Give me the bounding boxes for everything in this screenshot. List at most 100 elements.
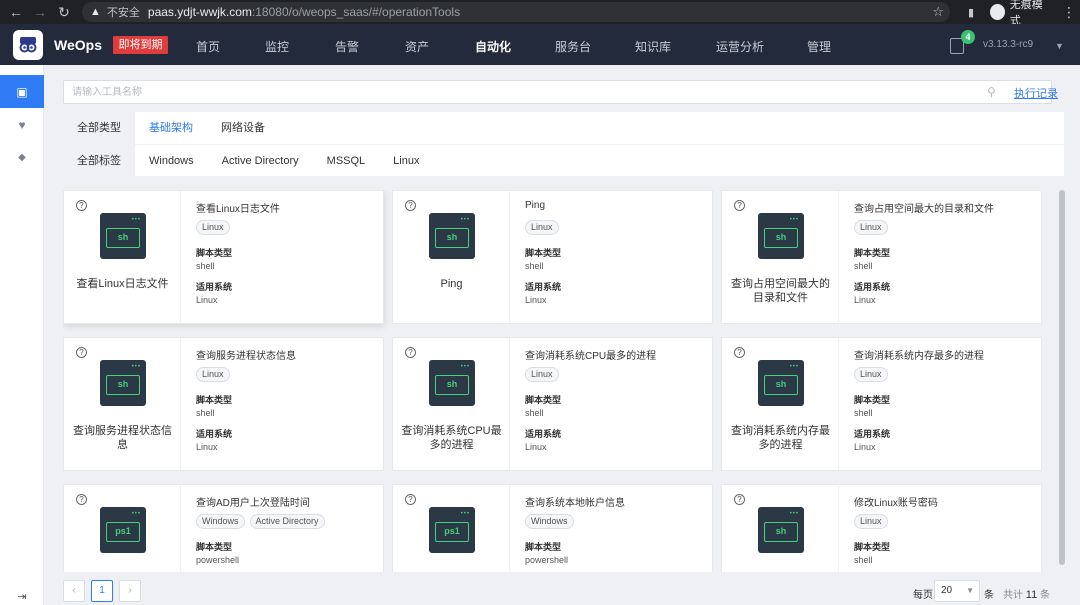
expire-badge[interactable]: 即将到期 bbox=[113, 36, 168, 54]
help-icon[interactable]: ? bbox=[734, 347, 745, 358]
script-type-value: powershell bbox=[525, 555, 569, 565]
script-icon-label: ps1 bbox=[435, 522, 469, 542]
label-filter-active-directory[interactable]: Active Directory bbox=[208, 145, 313, 177]
chevron-down-icon: ▼ bbox=[966, 586, 974, 595]
script-type-label: 脚本类型 bbox=[196, 395, 233, 405]
nav-item-analytics[interactable]: 运营分析 bbox=[716, 38, 764, 55]
browser-right-controls: ▮ 无痕模式 ⋮ bbox=[960, 0, 1080, 27]
reload-icon[interactable]: ↻ bbox=[52, 0, 76, 24]
sidebar-item-health[interactable]: ♥ bbox=[0, 108, 44, 141]
os-label: 适用系统 bbox=[525, 429, 562, 439]
tool-caption: 查询占用空间最大的目录和文件 bbox=[731, 278, 830, 304]
os-value: Linux bbox=[854, 295, 876, 305]
tool-card[interactable]: ? ••• sh 查询占用空间最大的目录和文件 查询占用空间最大的目录和文件 Linux 脚… bbox=[721, 190, 1042, 324]
script-type-label: 脚本类型 bbox=[525, 542, 562, 552]
total-value: 11 bbox=[1025, 589, 1038, 601]
page-1-button[interactable]: 1 bbox=[91, 580, 113, 602]
os-value: Linux bbox=[525, 295, 547, 305]
nav-item-monitor[interactable]: 监控 bbox=[265, 38, 289, 55]
exec-record-link[interactable]: 执行记录 bbox=[1014, 85, 1058, 101]
tool-card[interactable]: ? ••• sh 查询服务进程状态信息 查询服务进程状态信息 Linux 脚本类型 shell… bbox=[63, 337, 384, 471]
tool-tags: Windows Active Directory bbox=[196, 514, 330, 529]
nav-item-home[interactable]: 首页 bbox=[196, 38, 220, 55]
tool-tag: Linux bbox=[196, 367, 230, 382]
type-filter-all[interactable]: 全部类型 bbox=[63, 112, 135, 144]
tool-card[interactable]: ? ••• sh 查询消耗系统内存最多的进程 查询消耗系统内存最多的进程 Linux 脚本类… bbox=[721, 337, 1042, 471]
collapse-sidebar-icon[interactable]: ⇥ bbox=[0, 587, 44, 605]
tool-title: Ping bbox=[525, 200, 546, 211]
tool-tag: Windows bbox=[525, 514, 574, 529]
label-filter-mssql[interactable]: MSSQL bbox=[313, 145, 380, 177]
script-type-value: shell bbox=[854, 555, 873, 565]
pagination: ‹ 1 › 每页 20 ▼ 条 共计 11 条 bbox=[63, 577, 1064, 605]
tool-card[interactable]: ? ••• sh 查询消耗系统CPU最多的进程 查询消耗系统CPU最多的进程 Linux 脚… bbox=[392, 337, 713, 471]
nav-item-admin[interactable]: 管理 bbox=[807, 38, 831, 55]
per-page-select[interactable]: 20 ▼ bbox=[934, 580, 980, 602]
menu-dots-icon[interactable]: ⋮ bbox=[1058, 0, 1080, 24]
tool-card[interactable]: ?•••ps1查询系统本地帐户信息Windows脚本类型powershell适用… bbox=[392, 484, 713, 572]
tool-card[interactable]: ?•••sh修改Linux账号密码Linux脚本类型shell适用系统 bbox=[721, 484, 1042, 572]
address-bar[interactable]: ▲ 不安全 paas.ydjt-wwjk.com :18080/o/weops_… bbox=[82, 2, 950, 22]
search-icon[interactable]: ⚲ bbox=[987, 85, 1001, 99]
script-type-label: 脚本类型 bbox=[196, 542, 233, 552]
help-icon[interactable]: ? bbox=[76, 347, 87, 358]
tool-card[interactable]: ? ••• sh 查看Linux日志文件 查看Linux日志文件 Linux 脚本类型 she… bbox=[63, 190, 384, 324]
script-icon-label: sh bbox=[106, 228, 140, 248]
script-type-value: powershell bbox=[196, 555, 240, 565]
terminal-dots-icon: ••• bbox=[460, 217, 470, 223]
tool-tags: Linux bbox=[854, 367, 893, 382]
label-filter-all[interactable]: 全部标签 bbox=[63, 144, 135, 177]
per-page-unit: 条 bbox=[984, 590, 994, 601]
os-label: 适用系统 bbox=[196, 429, 233, 439]
help-icon[interactable]: ? bbox=[76, 494, 87, 505]
nav-item-alert[interactable]: 告警 bbox=[335, 38, 359, 55]
terminal-dots-icon: ••• bbox=[460, 364, 470, 370]
nav-item-assets[interactable]: 资产 bbox=[405, 38, 429, 55]
tool-search-input[interactable] bbox=[63, 80, 1052, 104]
help-icon[interactable]: ? bbox=[734, 200, 745, 211]
tool-title: 查看Linux日志文件 bbox=[196, 204, 280, 215]
script-type-value: shell bbox=[525, 261, 544, 271]
label-filter-linux[interactable]: Linux bbox=[379, 145, 433, 177]
nav-item-service-desk[interactable]: 服务台 bbox=[555, 38, 591, 55]
heart-pulse-icon: ♥ bbox=[18, 117, 26, 132]
next-page-button[interactable]: › bbox=[119, 580, 141, 602]
scrollbar-thumb[interactable] bbox=[1059, 190, 1065, 565]
script-icon-label: ps1 bbox=[106, 522, 140, 542]
type-filter-infrastructure[interactable]: 基础架构 bbox=[135, 112, 207, 144]
logo[interactable] bbox=[13, 30, 43, 60]
forward-icon[interactable]: → bbox=[28, 0, 52, 24]
back-icon[interactable]: ← bbox=[4, 0, 28, 24]
nav-item-automation[interactable]: 自动化 bbox=[475, 38, 511, 55]
tool-title: 查询服务进程状态信息 bbox=[196, 351, 296, 362]
tool-tags: Linux bbox=[854, 514, 893, 529]
tool-card-icon-area: ? ••• sh bbox=[722, 485, 839, 572]
os-value: Linux bbox=[196, 442, 218, 452]
help-icon[interactable]: ? bbox=[405, 347, 416, 358]
scrollbar[interactable] bbox=[1059, 190, 1065, 572]
caret-down-icon[interactable]: ▼ bbox=[1055, 41, 1064, 51]
side-panel-icon[interactable]: ▮ bbox=[960, 0, 982, 24]
help-icon[interactable]: ? bbox=[405, 494, 416, 505]
help-icon[interactable]: ? bbox=[76, 200, 87, 211]
prev-page-button[interactable]: ‹ bbox=[63, 580, 85, 602]
tool-caption: 查询服务进程状态信息 bbox=[73, 425, 172, 451]
os-value: Linux bbox=[854, 442, 876, 452]
nav-item-knowledge[interactable]: 知识库 bbox=[635, 38, 671, 55]
script-type-label: 脚本类型 bbox=[525, 248, 562, 258]
tool-tag: Active Directory bbox=[249, 514, 325, 529]
help-icon[interactable]: ? bbox=[405, 200, 416, 211]
help-icon[interactable]: ? bbox=[734, 494, 745, 505]
sidebar-item-diamond[interactable]: ◆ bbox=[0, 141, 44, 174]
sidebar-item-toolbox[interactable]: ▣ bbox=[0, 75, 44, 108]
bookmark-star-icon[interactable]: ☆ bbox=[932, 4, 944, 20]
tool-card-icon-area: ? ••• sh 查询占用空间最大的目录和文件 bbox=[722, 191, 839, 323]
tool-tags: Linux bbox=[196, 367, 235, 382]
label-filter-windows[interactable]: Windows bbox=[135, 145, 208, 177]
tool-card[interactable]: ? ••• sh Ping Ping Linux 脚本类型 shell 适用系统 Linux bbox=[392, 190, 713, 324]
tool-card[interactable]: ? ••• ps1 查询AD用户上次登陆时间 Windows Active Directo… bbox=[63, 484, 384, 572]
script-type-label: 脚本类型 bbox=[196, 248, 233, 258]
tool-caption: 查询消耗系统内存最多的进程 bbox=[731, 425, 830, 451]
script-type-label: 脚本类型 bbox=[854, 395, 891, 405]
type-filter-network[interactable]: 网络设备 bbox=[207, 112, 279, 144]
